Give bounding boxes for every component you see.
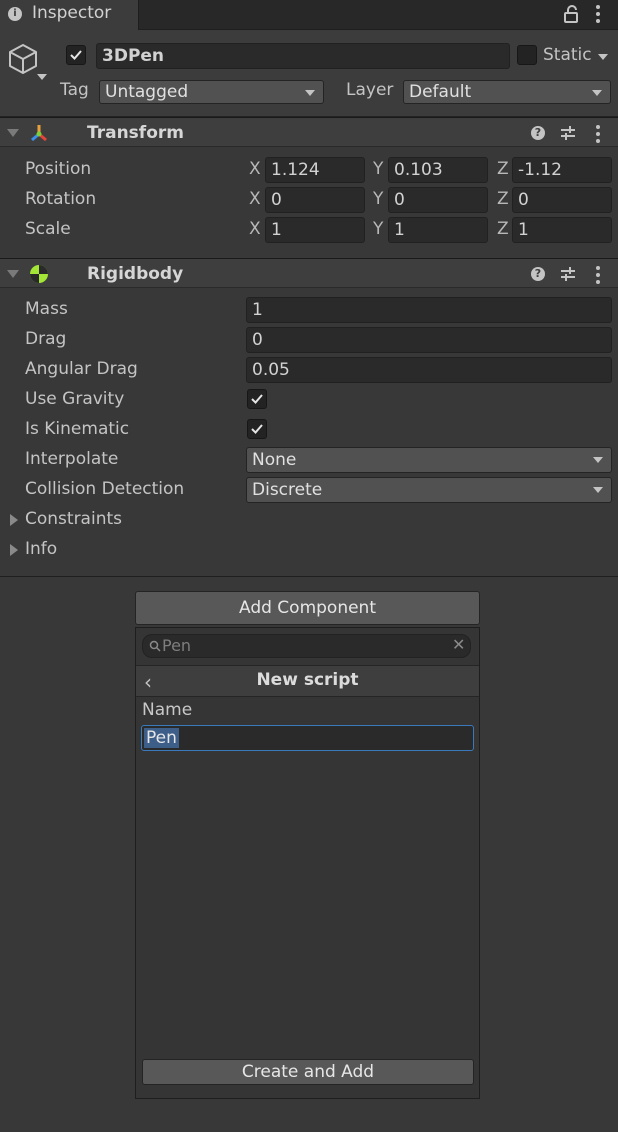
object-header: 3DPen Static Tag Untagged Layer Default xyxy=(0,30,618,117)
static-dropdown-arrow-icon[interactable] xyxy=(598,54,608,60)
create-and-add-button[interactable]: Create and Add xyxy=(142,1059,474,1085)
component-search-input[interactable] xyxy=(142,634,471,658)
angular-drag-label: Angular Drag xyxy=(25,359,138,379)
axis-x-label[interactable]: X xyxy=(249,219,261,239)
component-menu-icon[interactable] xyxy=(596,266,602,287)
icon-dropdown-arrow-icon[interactable] xyxy=(37,74,47,80)
tab-menu-icon[interactable] xyxy=(596,5,602,26)
transform-icon xyxy=(31,125,47,142)
chevron-down-icon xyxy=(593,457,603,463)
scale-label: Scale xyxy=(25,219,71,239)
script-name-value: Pen xyxy=(144,728,179,748)
scale-z-field[interactable]: 1 xyxy=(512,217,612,243)
checkmark-icon xyxy=(251,424,263,434)
static-checkbox[interactable] xyxy=(517,45,537,65)
new-script-title: New script xyxy=(256,670,359,690)
rigidbody-icon xyxy=(30,265,48,283)
axis-z-label[interactable]: Z xyxy=(497,189,509,209)
rotation-y-field[interactable]: 0 xyxy=(388,187,488,213)
info-label[interactable]: Info xyxy=(25,539,57,559)
clear-search-icon[interactable]: ✕ xyxy=(452,635,465,654)
transform-title: Transform xyxy=(87,123,184,143)
tag-label: Tag xyxy=(60,80,89,100)
axis-y-label[interactable]: Y xyxy=(373,159,383,179)
help-icon[interactable]: ? xyxy=(531,126,545,140)
layer-value: Default xyxy=(409,82,472,102)
help-icon[interactable]: ? xyxy=(531,267,545,281)
mass-field[interactable]: 1 xyxy=(246,297,612,323)
position-x-field[interactable]: 1.124 xyxy=(265,157,365,183)
rotation-z-field[interactable]: 0 xyxy=(512,187,612,213)
axis-z-label[interactable]: Z xyxy=(497,159,509,179)
constraints-foldout-icon[interactable] xyxy=(10,514,18,526)
axis-y-label[interactable]: Y xyxy=(373,219,383,239)
interpolate-label: Interpolate xyxy=(25,449,119,469)
collision-detection-value: Discrete xyxy=(252,480,323,500)
layer-dropdown[interactable]: Default xyxy=(403,80,611,104)
chevron-down-icon xyxy=(305,90,315,96)
rigidbody-header[interactable]: Rigidbody ? xyxy=(0,258,618,288)
checkmark-icon xyxy=(70,50,82,60)
inspector-tab[interactable]: i Inspector xyxy=(0,0,139,30)
static-label[interactable]: Static xyxy=(543,45,592,65)
rotation-label: Rotation xyxy=(25,189,97,209)
foldout-arrow-icon[interactable] xyxy=(7,270,19,278)
info-foldout-icon[interactable] xyxy=(10,544,18,556)
scale-y-field[interactable]: 1 xyxy=(388,217,488,243)
position-y-field[interactable]: 0.103 xyxy=(388,157,488,183)
checkmark-icon xyxy=(251,394,263,404)
component-divider xyxy=(0,576,618,577)
foldout-arrow-icon[interactable] xyxy=(7,129,19,137)
transform-header[interactable]: Transform ? xyxy=(0,117,618,147)
axis-x-label[interactable]: X xyxy=(249,189,261,209)
angular-drag-field[interactable]: 0.05 xyxy=(246,357,612,383)
presets-icon[interactable] xyxy=(560,125,576,141)
constraints-label[interactable]: Constraints xyxy=(25,509,122,529)
search-value: Pen xyxy=(162,636,192,655)
axis-y-label[interactable]: Y xyxy=(373,189,383,209)
rotation-x-field[interactable]: 0 xyxy=(265,187,365,213)
info-icon: i xyxy=(8,7,22,21)
drag-label: Drag xyxy=(25,329,67,349)
gameobject-cube-icon[interactable] xyxy=(6,42,40,76)
active-checkbox[interactable] xyxy=(66,45,86,65)
axis-z-label[interactable]: Z xyxy=(497,219,509,239)
position-z-field[interactable]: -1.12 xyxy=(512,157,612,183)
layer-label: Layer xyxy=(346,80,394,100)
chevron-down-icon xyxy=(593,487,603,493)
is-kinematic-label: Is Kinematic xyxy=(25,419,130,439)
tag-value: Untagged xyxy=(105,82,189,102)
interpolate-value: None xyxy=(252,450,297,470)
use-gravity-checkbox[interactable] xyxy=(247,389,267,409)
mass-label: Mass xyxy=(25,299,68,319)
component-menu-icon[interactable] xyxy=(596,125,602,146)
drag-field[interactable]: 0 xyxy=(246,327,612,353)
chevron-down-icon xyxy=(592,90,602,96)
use-gravity-label: Use Gravity xyxy=(25,389,125,409)
tab-title: Inspector xyxy=(32,3,112,23)
collision-detection-dropdown[interactable]: Discrete xyxy=(246,477,612,503)
lock-icon[interactable] xyxy=(563,4,579,24)
add-component-panel xyxy=(135,627,480,1099)
object-name-field[interactable]: 3DPen xyxy=(96,43,510,69)
presets-icon[interactable] xyxy=(560,266,576,282)
is-kinematic-checkbox[interactable] xyxy=(247,419,267,439)
tag-dropdown[interactable]: Untagged xyxy=(99,80,324,104)
inspector-tabbar: i Inspector xyxy=(0,0,618,30)
scale-x-field[interactable]: 1 xyxy=(265,217,365,243)
add-component-button[interactable]: Add Component xyxy=(135,591,480,625)
interpolate-dropdown[interactable]: None xyxy=(246,447,612,473)
collision-detection-label: Collision Detection xyxy=(25,479,185,499)
script-name-input[interactable] xyxy=(141,725,474,751)
rigidbody-title: Rigidbody xyxy=(87,264,184,284)
search-icon xyxy=(149,640,161,652)
position-label: Position xyxy=(25,159,92,179)
script-name-label: Name xyxy=(142,700,193,720)
axis-x-label[interactable]: X xyxy=(249,159,261,179)
